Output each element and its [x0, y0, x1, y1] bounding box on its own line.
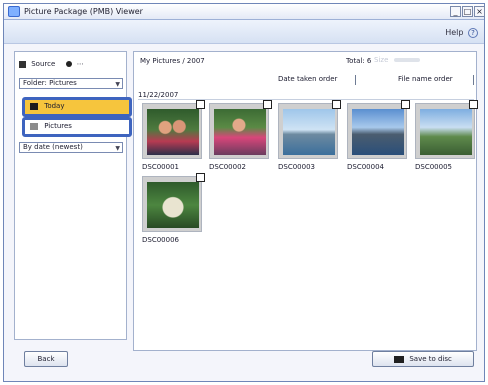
source-more-icon[interactable]: ⋯ [77, 60, 84, 68]
sort-date-button[interactable]: Date taken order [278, 75, 337, 83]
save-to-disc-label: Save to disc [409, 355, 452, 363]
thumbnail-caption: DSC00002 [209, 163, 246, 171]
folder-dropdown-value: Folder: Pictures [23, 79, 77, 87]
thumbnail-item[interactable]: DSC00003 [278, 100, 342, 175]
help-label: Help [445, 28, 464, 37]
radio-icon[interactable] [65, 61, 72, 67]
photo-image [147, 182, 199, 228]
source-row: Source ⋯ [19, 60, 125, 70]
photo-image [283, 109, 335, 155]
select-checkbox[interactable] [263, 100, 272, 109]
source-pane: Source ⋯ Folder: Pictures ▼ Today Pictur… [14, 51, 132, 340]
thumbnail-item[interactable]: DSC00001 [142, 100, 206, 175]
back-button-label: Back [37, 355, 55, 363]
title-bar: Picture Package (PMB) Viewer _ □ × [4, 4, 485, 20]
header-bar: Help ? [4, 20, 484, 44]
thumbnail-caption: DSC00003 [278, 163, 315, 171]
photo-image [352, 109, 404, 155]
date-dropdown[interactable]: By date (newest) ▼ [19, 142, 123, 153]
thumb-size-slider[interactable]: Size [374, 56, 460, 65]
sidebar-item-label: Pictures [44, 122, 72, 130]
item-count: Total: 6 [346, 57, 372, 65]
select-checkbox[interactable] [469, 100, 478, 109]
save-to-disc-button[interactable]: Save to disc [372, 351, 474, 367]
folder-path: My Pictures / 2007 [140, 57, 205, 65]
sidebar-item-today[interactable]: Today [22, 97, 132, 117]
thumbnail-frame [415, 100, 478, 159]
disc-icon [394, 355, 405, 363]
camera-icon [19, 60, 26, 68]
back-button[interactable]: Back [24, 351, 68, 367]
minimize-button[interactable]: _ [450, 6, 461, 17]
select-checkbox[interactable] [401, 100, 410, 109]
folder-icon [30, 102, 38, 110]
divider [355, 75, 356, 85]
photo-image [420, 109, 472, 155]
thumbnail-frame [142, 100, 205, 159]
help-button[interactable]: Help ? [445, 28, 478, 38]
thumbnail-item[interactable]: DSC00002 [209, 100, 273, 175]
photo-image [214, 109, 266, 155]
thumbnail-frame [347, 100, 410, 159]
thumbnail-item[interactable]: DSC00006 [142, 173, 206, 248]
select-checkbox[interactable] [332, 100, 341, 109]
window-title: Picture Package (PMB) Viewer [24, 7, 143, 16]
source-label: Source [31, 60, 56, 68]
help-icon: ? [468, 28, 478, 38]
thumbnail-pane: My Pictures / 2007 Total: 6 Size Date ta… [133, 51, 479, 351]
sort-name-button[interactable]: File name order [398, 75, 453, 83]
thumbnail-caption: DSC00006 [142, 236, 179, 244]
thumbnail-item[interactable]: DSC00005 [415, 100, 479, 175]
sidebar-item-pictures[interactable]: Pictures [22, 117, 132, 137]
date-group-header: 11/22/2007 [138, 91, 474, 100]
divider [473, 75, 474, 85]
thumbnail-caption: DSC00001 [142, 163, 179, 171]
app-icon [8, 6, 20, 17]
folder-dropdown[interactable]: Folder: Pictures ▼ [19, 78, 123, 89]
thumbnail-frame [142, 173, 205, 232]
thumbnail-frame [209, 100, 272, 159]
select-checkbox[interactable] [196, 173, 205, 182]
sidebar-item-label: Today [44, 102, 65, 110]
thumb-size-label: Size [374, 56, 389, 64]
thumbnail-item[interactable]: DSC00004 [347, 100, 411, 175]
select-checkbox[interactable] [196, 100, 205, 109]
sort-bar: Date taken order File name order [140, 75, 475, 87]
chevron-down-icon: ▼ [115, 145, 120, 152]
close-button[interactable]: × [474, 6, 485, 17]
app-window: Picture Package (PMB) Viewer _ □ × Help … [3, 3, 485, 382]
thumbnail-caption: DSC00004 [347, 163, 384, 171]
photo-image [147, 109, 199, 155]
chevron-down-icon: ▼ [115, 81, 120, 88]
folder-icon [30, 122, 38, 130]
date-dropdown-value: By date (newest) [23, 143, 83, 151]
slider-track[interactable] [393, 58, 420, 62]
thumbnail-caption: DSC00005 [415, 163, 452, 171]
thumbnail-frame [278, 100, 341, 159]
maximize-button[interactable]: □ [462, 6, 473, 17]
